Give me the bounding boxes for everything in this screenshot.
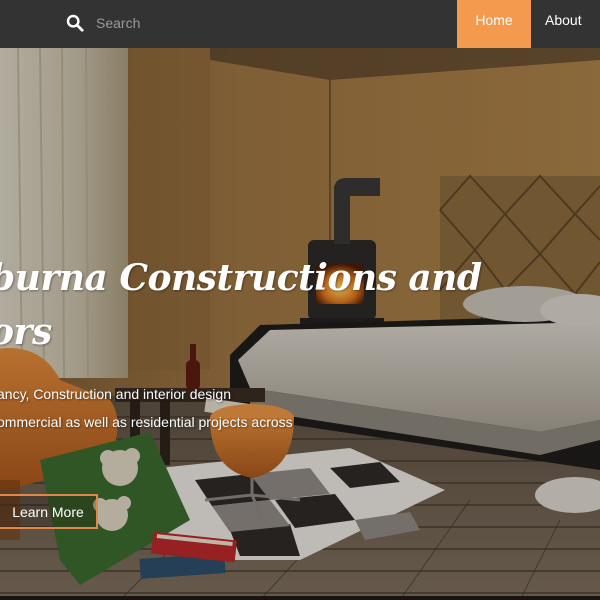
nav-about-link[interactable]: About: [545, 0, 600, 48]
top-navbar: Home About: [0, 0, 600, 48]
search-icon[interactable]: [66, 14, 84, 32]
search-bar: [66, 12, 246, 34]
hero-title-line1: burna Constructions and: [0, 257, 482, 299]
nav-home-link[interactable]: Home: [457, 0, 531, 48]
hero-title-line2: ors: [0, 311, 52, 353]
hero-description-line1: ltancy, Construction and interior design: [0, 386, 231, 402]
hero-title: burna Constructions and ors: [0, 251, 600, 359]
hero-banner: burna Constructions and ors ltancy, Cons…: [0, 48, 600, 600]
learn-more-button[interactable]: Learn More: [0, 494, 98, 529]
search-input[interactable]: [96, 13, 246, 33]
hero-description-line2: commercial as well as residential projec…: [0, 414, 293, 430]
